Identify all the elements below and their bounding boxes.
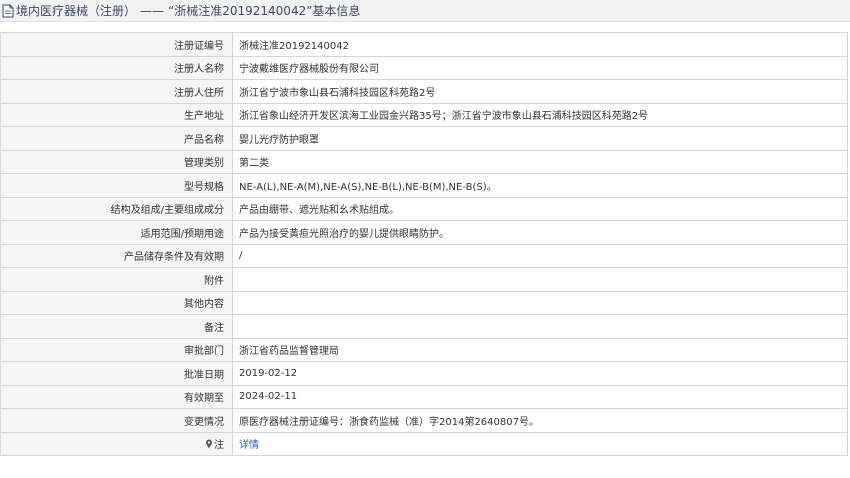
row-value: 婴儿光疗防护眼罩 (232, 126, 848, 151)
row-value: 第二类 (232, 149, 848, 174)
row-label: 注册人住所 (0, 79, 233, 104)
row-value: / (232, 243, 848, 268)
table-row: 产品名称 婴儿光疗防护眼罩 (0, 126, 848, 151)
table-row: 生产地址 浙江省象山经济开发区滨海工业园金兴路35号；浙江省宁波市象山县石浦科技园… (0, 102, 848, 127)
row-label: 结构及组成/主要组成成分 (0, 196, 233, 221)
table-row: 批准日期 2019-02-12 (0, 361, 848, 386)
row-value (232, 314, 848, 339)
row-value: 宁波戴维医疗器械股份有限公司 (232, 55, 848, 80)
row-value: 产品为接受黄疸光照治疗的婴儿提供眼睛防护。 (232, 220, 848, 245)
row-label: 产品储存条件及有效期 (0, 243, 233, 268)
table-row: 审批部门 浙江省药品监督管理局 (0, 337, 848, 362)
details-link[interactable]: 详情 (239, 440, 259, 451)
row-label: 型号规格 (0, 173, 233, 198)
table-row: 附件 (0, 267, 848, 292)
row-value (232, 290, 848, 315)
row-label: 有效期至 (0, 384, 233, 409)
record-title: “浙械注准20192140042”基本信息 (168, 4, 361, 18)
row-value: 浙江省象山经济开发区滨海工业园金兴路35号；浙江省宁波市象山县石浦科技园区科苑路… (232, 102, 848, 127)
document-icon (2, 4, 14, 18)
table-row: 注册证编号 浙械注准20192140042 (0, 32, 848, 57)
row-value: 原医疗器械注册证编号：浙食药监械（准）字2014第2640807号。 (232, 408, 848, 433)
row-value: 2024-02-11 (232, 384, 848, 409)
title-separator: —— (140, 3, 165, 18)
table-row: 管理类别 第二类 (0, 149, 848, 174)
table-row: 适用范围/预期用途 产品为接受黄疸光照治疗的婴儿提供眼睛防护。 (0, 220, 848, 245)
row-value: 产品由绷带、遮光贴和幺术贴组成。 (232, 196, 848, 221)
table-row: 型号规格 NE-A(L),NE-A(M),NE-A(S),NE-B(L),NE-B… (0, 173, 848, 198)
table-row: 有效期至 2024-02-11 (0, 384, 848, 409)
row-value: 浙江省宁波市象山县石浦科技园区科苑路2号 (232, 79, 848, 104)
row-value: 浙江省药品监督管理局 (232, 337, 848, 362)
row-label: 产品名称 (0, 126, 233, 151)
row-value: 2019-02-12 (232, 361, 848, 386)
row-label: 管理类别 (0, 149, 233, 174)
row-value: 浙械注准20192140042 (232, 32, 848, 57)
row-label: 批准日期 (0, 361, 233, 386)
row-value (232, 267, 848, 292)
row-label: 附件 (0, 267, 233, 292)
row-label: 备注 (0, 314, 233, 339)
table-row: 注册人名称 宁波戴维医疗器械股份有限公司 (0, 55, 848, 80)
row-value: 详情 (232, 431, 848, 456)
row-label: 注 (0, 431, 233, 456)
row-label: 变更情况 (0, 408, 233, 433)
row-label: 适用范围/预期用途 (0, 220, 233, 245)
table-row: 其他内容 (0, 290, 848, 315)
row-label: 生产地址 (0, 102, 233, 127)
row-label: 注册证编号 (0, 32, 233, 57)
table-row: 产品储存条件及有效期 / (0, 243, 848, 268)
row-label: 审批部门 (0, 337, 233, 362)
table-row: 备注 (0, 314, 848, 339)
page-header: 境内医疗器械（注册） —— “浙械注准20192140042”基本信息 (0, 0, 850, 22)
table-row: 结构及组成/主要组成成分 产品由绷带、遮光贴和幺术贴组成。 (0, 196, 848, 221)
detail-table: 注册证编号 浙械注准20192140042 注册人名称 宁波戴维医疗器械股份有限公司注… (0, 32, 848, 456)
row-value: NE-A(L),NE-A(M),NE-A(S),NE-B(L),NE-B(M),… (232, 173, 848, 198)
table-row: 注册人住所 浙江省宁波市象山县石浦科技园区科苑路2号 (0, 79, 848, 104)
pin-icon (205, 439, 213, 449)
table-row: 变更情况 原医疗器械注册证编号：浙食药监械（准）字2014第2640807号。 (0, 408, 848, 433)
note-label: 注 (214, 440, 224, 452)
table-row-note: 注 详情 (0, 431, 848, 456)
row-label: 注册人名称 (0, 55, 233, 80)
row-label: 其他内容 (0, 290, 233, 315)
category-title: 境内医疗器械（注册） (16, 4, 137, 18)
